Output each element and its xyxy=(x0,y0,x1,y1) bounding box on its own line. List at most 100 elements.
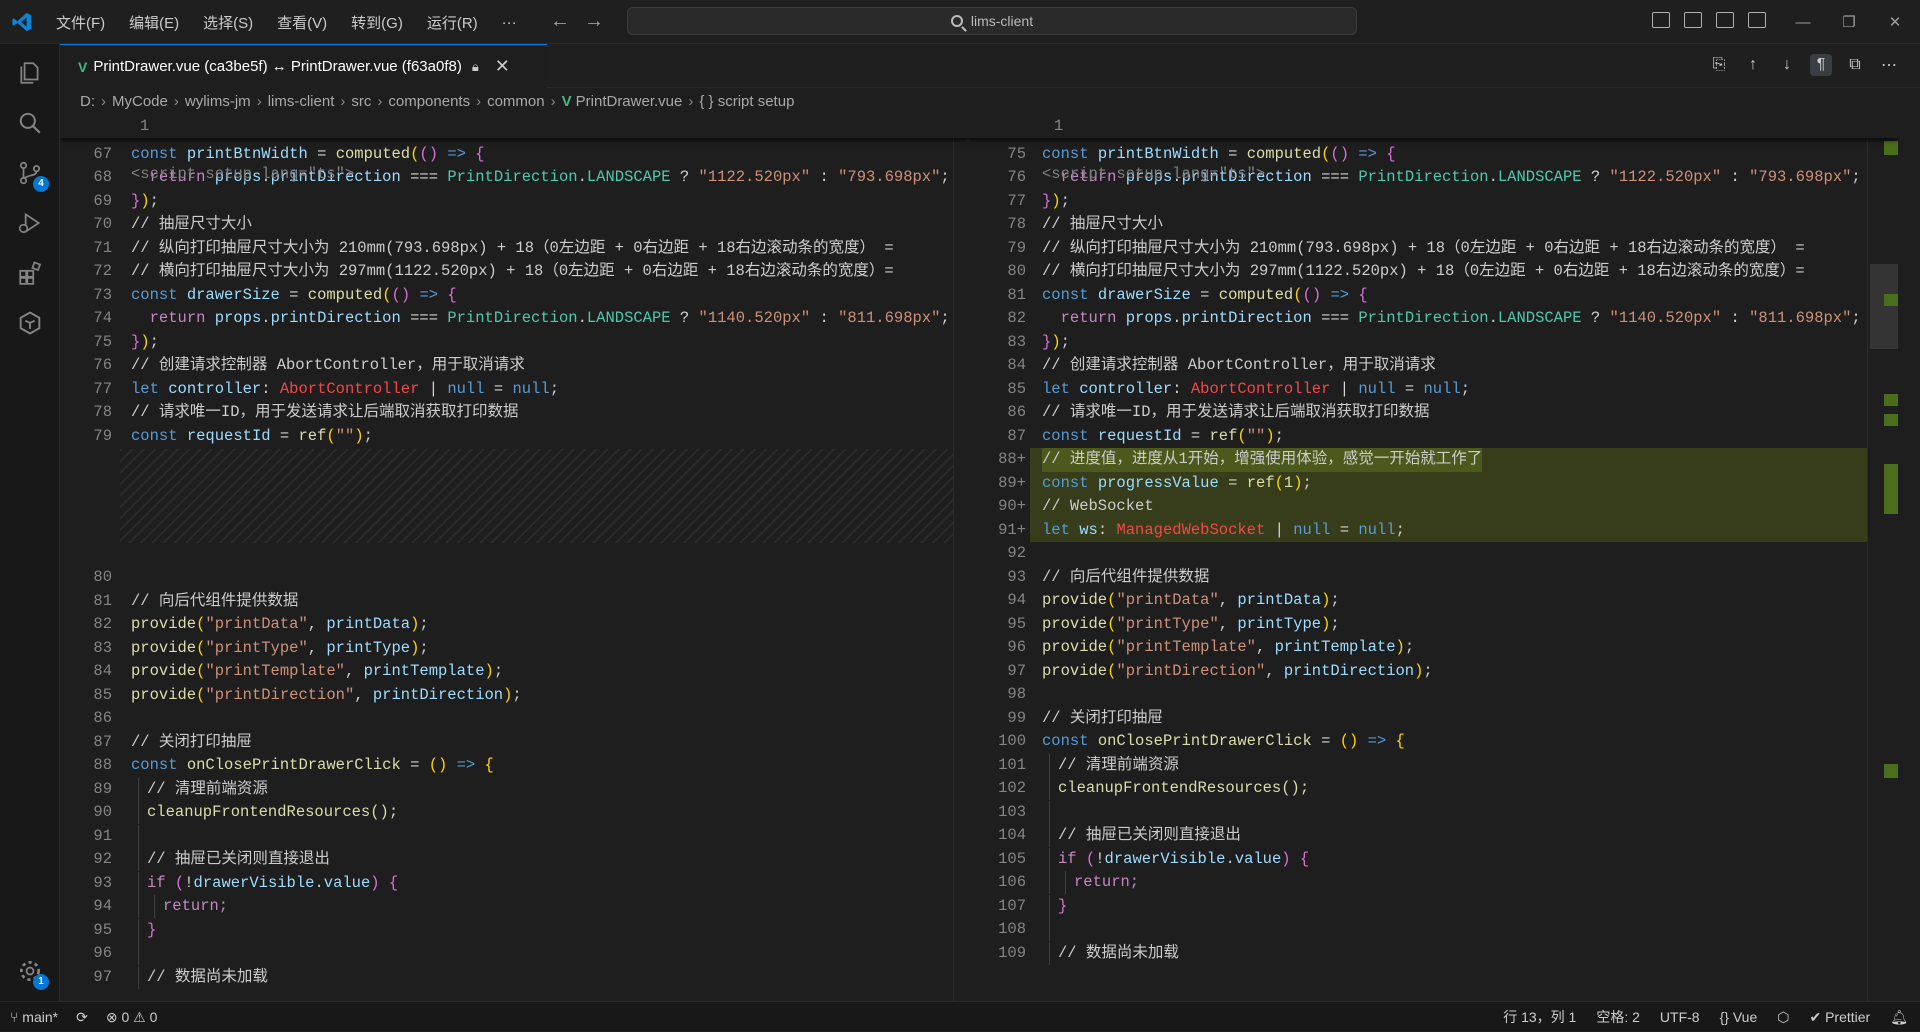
encoding[interactable]: UTF-8 xyxy=(1660,1009,1700,1025)
search-icon[interactable] xyxy=(15,108,45,138)
line-number: 96 xyxy=(1007,638,1026,656)
warning-icon: ⚠ xyxy=(133,1008,146,1025)
code-line: const requestId = ref(""); xyxy=(1042,426,1284,445)
breadcrumb-src[interactable]: src xyxy=(351,93,371,110)
line-number: 86 xyxy=(1007,403,1026,421)
prettier-status[interactable]: ✔ Prettier xyxy=(1809,1009,1870,1026)
code-line: // 抽屉尺寸大小 xyxy=(1042,215,1163,233)
tab-diff-printdrawer[interactable]: V PrintDrawer.vue (ca3be5f) ↔ PrintDrawe… xyxy=(60,44,547,88)
toggle-secondary-sidebar-icon[interactable] xyxy=(1748,12,1766,28)
restore-icon[interactable]: ❐ xyxy=(1826,0,1872,44)
problems-indicator[interactable]: ⊗ 0 ⚠ 0 xyxy=(106,1009,158,1026)
menu-go[interactable]: 转到(G) xyxy=(339,12,415,33)
code-line: }); xyxy=(131,332,159,351)
copilot-status-icon[interactable]: ⬡ xyxy=(1777,1009,1789,1026)
extensions-icon[interactable] xyxy=(15,258,45,288)
breadcrumb-components[interactable]: components xyxy=(388,93,470,110)
code-row: 77 let controller: AbortController | null… xyxy=(60,378,968,402)
window-controls: — ❐ ✕ xyxy=(1780,0,1918,44)
line-number: 86 xyxy=(93,709,112,727)
command-center-search[interactable]: lims-client xyxy=(627,7,1357,35)
bell-icon[interactable]: 🔔︎ xyxy=(1890,1009,1908,1026)
menu-selection[interactable]: 选择(S) xyxy=(191,12,265,33)
code-row: 83 provide("printType", printType); xyxy=(60,637,968,661)
settings-gear-icon[interactable]: 1 xyxy=(15,956,49,990)
line-number: 87 xyxy=(93,732,112,751)
explorer-icon[interactable] xyxy=(15,58,45,88)
code-row: 88 const onClosePrintDrawerClick = () => … xyxy=(60,754,968,778)
code-row: 80 // 横向打印抽屉尺寸大小为 297mm(1122.520px) + 18（… xyxy=(968,260,1898,284)
run-debug-icon[interactable] xyxy=(15,208,45,238)
line-number: 81 xyxy=(93,591,112,610)
open-file-icon[interactable]: ⎘ xyxy=(1708,54,1730,76)
code-row: 93 if (!drawerVisible.value) { xyxy=(60,871,968,896)
code-row: 85 provide("printDirection", printDirecti… xyxy=(60,684,968,708)
indentation[interactable]: 空格: 2 xyxy=(1596,1007,1640,1027)
show-whitespace-icon[interactable]: ¶ xyxy=(1810,54,1832,76)
code-line: // WebSocket xyxy=(1042,497,1154,515)
diff-modified-pane[interactable]: 1 <script setup lang="ts"> 74// 横向打印的宽度为… xyxy=(968,114,1898,1001)
code-row: 103 xyxy=(968,800,1898,825)
vertical-scrollbar[interactable] xyxy=(953,114,968,1001)
menu-file[interactable]: 文件(F) xyxy=(44,12,117,33)
menu-more[interactable]: ··· xyxy=(490,14,529,31)
branch-indicator[interactable]: ⑂ main* xyxy=(10,1009,58,1025)
line-number: 82 xyxy=(1007,309,1026,327)
source-control-icon[interactable]: 4 xyxy=(15,158,49,192)
sticky-scroll-header[interactable]: 1 <script setup lang="ts"> xyxy=(60,114,968,183)
line-number: 82 xyxy=(93,615,112,633)
line-number: 88 xyxy=(93,756,112,774)
added-line-row: 90+ // WebSocket xyxy=(998,495,1898,519)
sync-icon[interactable]: ⟳ xyxy=(76,1009,88,1026)
line-number: 84 xyxy=(93,662,112,680)
vue-file-icon: V xyxy=(78,58,88,75)
breadcrumb-mycode[interactable]: MyCode xyxy=(112,93,168,110)
menu-edit[interactable]: 编辑(E) xyxy=(117,12,191,33)
code-line: const onClosePrintDrawerClick = () => { xyxy=(1042,732,1405,750)
breadcrumb-file[interactable]: PrintDrawer.vue xyxy=(576,93,683,110)
close-icon[interactable]: ✕ xyxy=(495,56,510,77)
menu-run[interactable]: 运行(R) xyxy=(415,12,490,33)
code-line: <script setup lang="ts"> xyxy=(1042,165,1266,183)
forward-arrow-icon[interactable]: → xyxy=(582,10,606,33)
sticky-scroll-header[interactable]: 1 <script setup lang="ts"> xyxy=(968,114,1898,183)
toggle-inline-diff-icon[interactable]: ⧉ xyxy=(1844,54,1866,76)
chevron-right-icon: › xyxy=(476,92,482,110)
language-mode[interactable]: {} Vue xyxy=(1720,1009,1758,1025)
menu-view[interactable]: 查看(V) xyxy=(265,12,339,33)
code-line: // 创建请求控制器 AbortController，用于取消请求 xyxy=(1042,356,1436,374)
customize-layout-icon[interactable] xyxy=(1652,12,1670,28)
tab-bar: V PrintDrawer.vue (ca3be5f) ↔ PrintDrawe… xyxy=(60,44,1920,88)
close-window-icon[interactable]: ✕ xyxy=(1872,0,1918,44)
overview-change-marker xyxy=(1884,414,1898,426)
code-line xyxy=(1042,800,1058,825)
breadcrumb-symbol[interactable]: { } script setup xyxy=(699,93,794,110)
minimize-icon[interactable]: — xyxy=(1780,0,1826,44)
line-number: 74 xyxy=(93,309,112,327)
breadcrumb-lims-client[interactable]: lims-client xyxy=(268,93,335,110)
next-change-icon[interactable]: ↓ xyxy=(1776,54,1798,76)
diff-overview-ruler[interactable] xyxy=(1867,114,1898,1001)
back-arrow-icon[interactable]: ← xyxy=(548,10,572,33)
breadcrumb-wylims[interactable]: wylims-jm xyxy=(185,93,251,110)
copilot-icon[interactable] xyxy=(15,308,45,338)
line-number: 94 xyxy=(93,897,112,915)
breadcrumb-common[interactable]: common xyxy=(487,93,545,110)
more-actions-icon[interactable]: ⋯ xyxy=(1878,54,1900,76)
toggle-panel-icon[interactable] xyxy=(1716,12,1734,28)
code-line: let ws: ManagedWebSocket | null = null; xyxy=(1042,520,1405,539)
toggle-sidebar-icon[interactable] xyxy=(1684,12,1702,28)
tab-title: PrintDrawer.vue (ca3be5f) ↔ PrintDrawer.… xyxy=(93,58,462,75)
cursor-position[interactable]: 行 13，列 1 xyxy=(1503,1007,1576,1027)
breadcrumb-drive[interactable]: D: xyxy=(80,93,95,110)
code-row: 95} xyxy=(60,918,968,943)
code-line: // 清理前端资源 xyxy=(131,777,268,802)
diff-original-pane[interactable]: 1 <script setup lang="ts"> 66// 横向打印的宽度为… xyxy=(60,114,968,1001)
overview-change-marker xyxy=(1884,394,1898,406)
scrollbar-thumb[interactable] xyxy=(1870,264,1898,349)
code-row: 83}); xyxy=(968,331,1898,355)
line-number: 103 xyxy=(998,802,1026,821)
previous-change-icon[interactable]: ↑ xyxy=(1742,54,1764,76)
line-number: 91+ xyxy=(998,520,1026,539)
code-line: const drawerSize = computed(() => { xyxy=(1042,285,1368,304)
